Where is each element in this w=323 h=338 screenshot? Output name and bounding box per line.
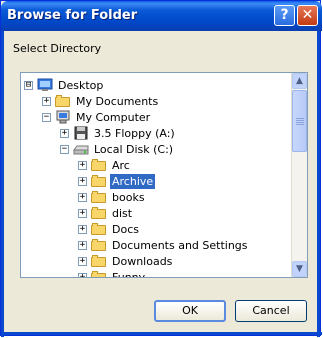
collapse-icon[interactable]: ⊟ (24, 80, 33, 90)
grip-line (296, 120, 304, 121)
tree-item-docs[interactable]: + Docs (78, 221, 141, 237)
folder-icon (55, 94, 71, 108)
tree-item-label: Downloads (112, 254, 173, 268)
tree-item-funny[interactable]: + Funny (78, 269, 147, 278)
expand-icon[interactable]: + (78, 272, 87, 277)
tree-item-label: Local Disk (C:) (94, 142, 174, 156)
scroll-down-button[interactable]: ▼ (292, 261, 307, 277)
tree-item-label: My Computer (76, 110, 151, 124)
tree-item-archive[interactable]: + Archive (78, 173, 156, 189)
expand-icon[interactable]: + (78, 208, 87, 218)
tree-item-downloads[interactable]: + Downloads (78, 253, 174, 269)
folder-icon (91, 222, 107, 236)
expand-icon[interactable]: + (60, 128, 69, 138)
tree-item-label: Desktop (58, 78, 104, 92)
window-frame-right (317, 31, 320, 337)
grip-line (296, 122, 304, 123)
tree-item-label: 3.5 Floppy (A:) (94, 126, 175, 140)
window-frame-left (1, 31, 4, 337)
collapse-icon[interactable]: − (60, 144, 69, 154)
floppy-icon (73, 126, 89, 140)
tree-item-label-selected: Archive (110, 173, 156, 189)
tree-item-label: My Documents (76, 94, 159, 108)
tree-item-label: dist (112, 206, 133, 220)
tree-item-label: books (112, 190, 145, 204)
expand-icon[interactable]: + (78, 224, 87, 234)
desktop-icon (37, 78, 53, 92)
instruction-label: Select Directory (13, 42, 102, 55)
folder-icon (91, 190, 107, 204)
drive-icon (73, 142, 89, 156)
tree-item-local-disk[interactable]: − Local Disk (C:) (60, 141, 175, 157)
folder-icon (91, 238, 107, 252)
computer-icon (55, 110, 71, 124)
folder-icon (91, 158, 107, 172)
expand-icon[interactable]: + (42, 96, 51, 106)
tree-item-label: Arc (112, 158, 130, 172)
close-button[interactable]: ✕ (297, 5, 318, 26)
grip-line (296, 118, 304, 119)
grip-line (296, 124, 304, 125)
tree-item-floppy[interactable]: + 3.5 Floppy (A:) (60, 125, 177, 141)
browse-for-folder-dialog: Browse for Folder ? ✕ Select Directory ⊟… (0, 0, 322, 337)
scroll-up-button[interactable]: ▲ (292, 73, 307, 89)
expand-icon[interactable]: + (78, 240, 87, 250)
collapse-icon[interactable]: − (42, 112, 51, 122)
tree-item-books[interactable]: + books (78, 189, 147, 205)
folder-icon (91, 254, 107, 268)
help-button[interactable]: ? (274, 5, 295, 26)
tree-item-desktop[interactable]: ⊟ Desktop (24, 77, 105, 93)
expand-icon[interactable]: + (78, 176, 87, 186)
folder-icon (91, 206, 107, 220)
window-title: Browse for Folder (7, 8, 138, 23)
ok-button[interactable]: OK (154, 300, 226, 322)
tree-item-label: Documents and Settings (112, 238, 248, 252)
tree-item-label: Docs (112, 222, 139, 236)
cancel-button[interactable]: Cancel (235, 300, 307, 322)
scroll-thumb[interactable] (292, 90, 307, 152)
tree-item-my-computer[interactable]: − My Computer (42, 109, 152, 125)
tree-item-my-documents[interactable]: + My Documents (42, 93, 160, 109)
tree-item-label: Funny (112, 270, 146, 278)
folder-icon (91, 270, 107, 277)
tree-item-documents-and-settings[interactable]: + Documents and Settings (78, 237, 250, 253)
vertical-scrollbar[interactable]: ▲ ▼ (291, 73, 307, 277)
window-frame-bottom (1, 332, 322, 335)
folder-tree[interactable]: ⊟ Desktop + My Documents − My Computer + (20, 72, 308, 278)
expand-icon[interactable]: + (78, 256, 87, 266)
folder-icon (91, 174, 107, 188)
tree-item-dist[interactable]: + dist (78, 205, 134, 221)
expand-icon[interactable]: + (78, 192, 87, 202)
expand-icon[interactable]: + (78, 160, 87, 170)
tree-item-arc[interactable]: + Arc (78, 157, 132, 173)
title-bar[interactable]: Browse for Folder ? ✕ (1, 1, 322, 31)
